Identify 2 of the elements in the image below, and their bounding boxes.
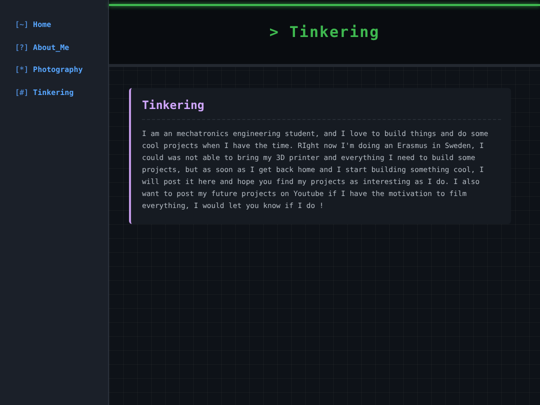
page-title: > Tinkering [269, 23, 380, 41]
card-title: Tinkering [142, 98, 501, 120]
